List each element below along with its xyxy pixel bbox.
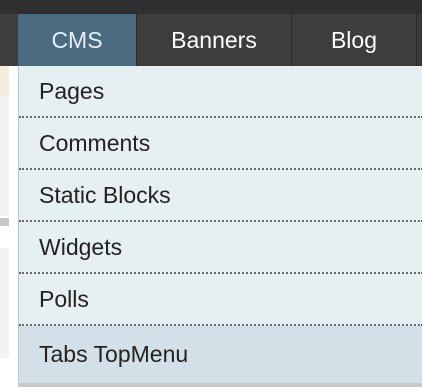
menu-item-widgets[interactable]: Widgets [19,222,422,274]
nav-item-cms[interactable]: CMS [18,14,137,66]
background-panel-edge [0,218,9,226]
menu-item-pages[interactable]: Pages [19,66,422,118]
background-panel-edge [0,96,9,216]
menu-item-static-blocks[interactable]: Static Blocks [19,170,422,222]
top-navigation-bar: CMS Banners Blog [0,0,422,66]
menu-item-tabs-topmenu[interactable]: Tabs TopMenu [19,326,422,383]
nav-item-banners[interactable]: Banners [137,14,292,66]
dropdown-shadow [18,383,422,387]
nav-item-overflow [417,14,422,66]
background-panel-edge [0,66,9,96]
background-panel-edge [0,248,9,358]
nav-item-blog[interactable]: Blog [292,14,417,66]
navbar-top-strip [0,0,422,14]
menu-item-comments[interactable]: Comments [19,118,422,170]
menu-item-polls[interactable]: Polls [19,274,422,326]
cms-dropdown-menu: Pages Comments Static Blocks Widgets Pol… [18,66,422,383]
